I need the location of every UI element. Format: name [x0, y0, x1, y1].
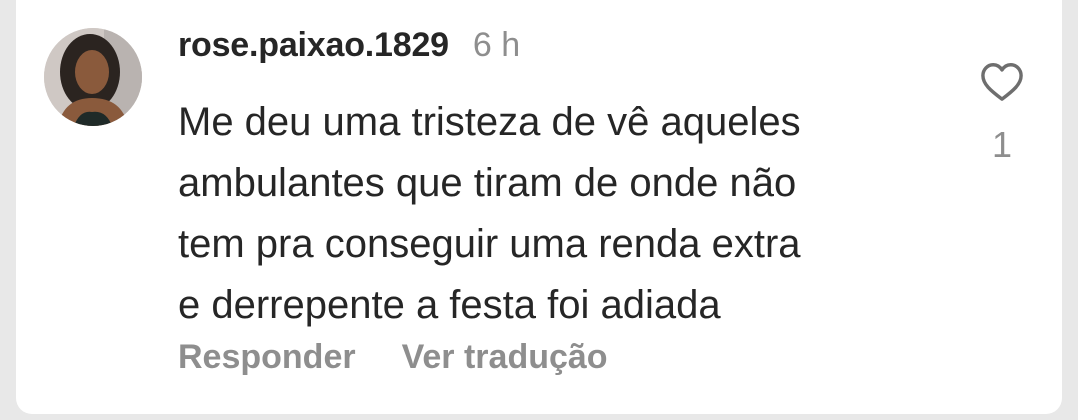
comment-actions: Responder Ver tradução: [178, 338, 608, 377]
like-button[interactable]: 1: [974, 60, 1030, 166]
heart-icon[interactable]: [979, 60, 1025, 102]
translate-button[interactable]: Ver tradução: [402, 338, 608, 377]
timestamp: 6 h: [472, 26, 521, 64]
avatar[interactable]: [44, 28, 142, 126]
comment-card: rose.paixao.1829 6 h Me deu uma tristeza…: [16, 0, 1062, 414]
like-count: 1: [991, 124, 1013, 165]
username-link[interactable]: rose.paixao.1829: [178, 26, 449, 65]
comment-header: rose.paixao.1829 6 h: [178, 26, 520, 65]
comment-text: Me deu uma tristeza de vê aqueles ambula…: [178, 100, 801, 327]
reply-button[interactable]: Responder: [178, 338, 356, 377]
